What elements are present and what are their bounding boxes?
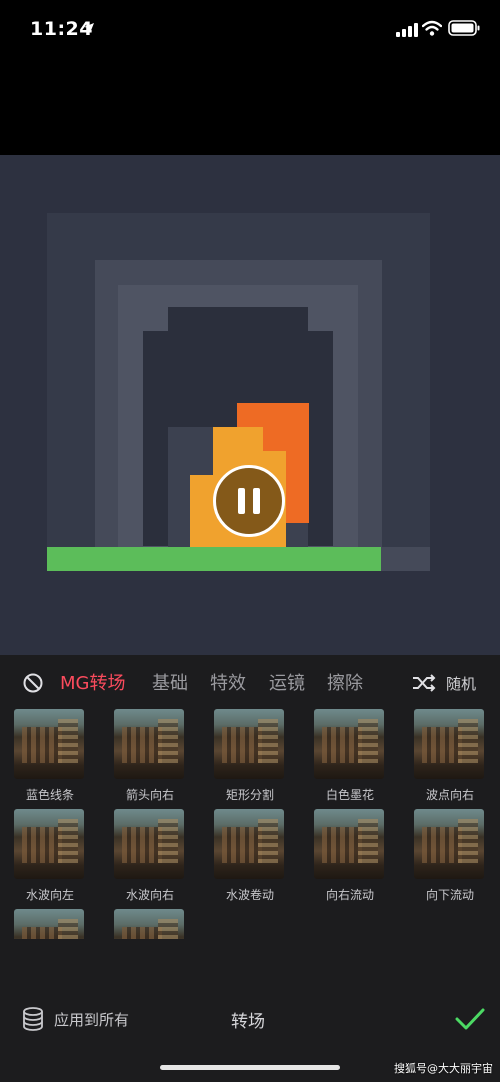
cellular-signal-icon bbox=[396, 23, 418, 37]
hearth-grass bbox=[47, 547, 381, 571]
transition-item[interactable] bbox=[14, 909, 86, 939]
random-button[interactable]: 随机 bbox=[412, 671, 476, 695]
transition-label: 波点向右 bbox=[425, 788, 474, 802]
video-preview[interactable] bbox=[0, 155, 500, 655]
transition-label: 蓝色线条 bbox=[25, 788, 74, 802]
tab-basic[interactable]: 基础 bbox=[152, 669, 188, 695]
transition-thumbnail bbox=[114, 709, 184, 779]
transition-label: 向下流动 bbox=[425, 888, 474, 902]
battery-icon bbox=[448, 20, 480, 36]
transition-tabs: MG转场 基础 特效 运镜 擦除 随机 bbox=[0, 655, 500, 711]
transition-label: 箭头向右 bbox=[125, 788, 174, 802]
transition-item[interactable]: 水波向左 bbox=[14, 809, 86, 903]
no-transition-icon[interactable] bbox=[22, 672, 44, 694]
checkmark-icon[interactable] bbox=[455, 1007, 485, 1031]
transition-label: 水波卷动 bbox=[225, 888, 274, 902]
tab-camera-move[interactable]: 运镜 bbox=[269, 669, 305, 695]
shuffle-icon bbox=[413, 674, 436, 692]
transition-thumbnail bbox=[14, 809, 84, 879]
apply-to-all-button[interactable]: 应用到所有 bbox=[22, 1007, 129, 1031]
tab-wipe[interactable]: 擦除 bbox=[327, 669, 363, 695]
transition-thumbnail bbox=[314, 709, 384, 779]
transition-item[interactable]: 白色墨花 bbox=[314, 709, 386, 803]
transition-thumbnail bbox=[114, 909, 184, 939]
transition-thumbnail bbox=[314, 809, 384, 879]
transition-label: 向右流动 bbox=[325, 888, 374, 902]
apply-to-all-label: 应用到所有 bbox=[54, 1010, 130, 1029]
database-stack-icon bbox=[23, 1007, 43, 1031]
transition-item[interactable]: 箭头向右 bbox=[114, 709, 186, 803]
location-arrow-icon bbox=[84, 23, 94, 33]
transition-label: 白色墨花 bbox=[325, 788, 374, 802]
transition-grid: 蓝色线条 箭头向右 矩形分割 白色墨花 波点向右 水波向左 水波向右 水波卷动 … bbox=[0, 709, 500, 939]
transition-thumbnail bbox=[214, 809, 284, 879]
transition-panel: MG转场 基础 特效 运镜 擦除 随机 蓝色线条 箭头向右 矩形分割 白色墨花 … bbox=[0, 655, 500, 1082]
tab-mg-transition[interactable]: MG转场 bbox=[60, 669, 125, 695]
transition-item[interactable]: 蓝色线条 bbox=[14, 709, 86, 803]
home-indicator bbox=[160, 1065, 340, 1070]
transition-item[interactable]: 向下流动 bbox=[414, 809, 486, 903]
pause-bar-right bbox=[253, 488, 260, 514]
transition-label: 水波向右 bbox=[125, 888, 174, 902]
transition-thumbnail bbox=[114, 809, 184, 879]
panel-title: 转场 bbox=[231, 1012, 265, 1032]
transition-item[interactable]: 向右流动 bbox=[314, 809, 386, 903]
transition-label: 水波向左 bbox=[25, 888, 74, 902]
transition-item[interactable]: 矩形分割 bbox=[214, 709, 286, 803]
transition-thumbnail bbox=[14, 909, 84, 939]
random-label: 随机 bbox=[446, 674, 477, 693]
fireplace-arch bbox=[168, 307, 308, 337]
transition-thumbnail bbox=[14, 709, 84, 779]
transition-thumbnail bbox=[414, 709, 484, 779]
watermark: 搜狐号@大大丽宇宙 bbox=[394, 1062, 493, 1075]
transition-item[interactable] bbox=[114, 909, 186, 939]
transition-item[interactable]: 波点向右 bbox=[414, 709, 486, 803]
transition-label: 矩形分割 bbox=[225, 788, 274, 802]
wifi-icon bbox=[422, 20, 442, 36]
tab-effects[interactable]: 特效 bbox=[210, 669, 246, 695]
pause-bar-left bbox=[238, 488, 245, 514]
status-bar: 11:24 bbox=[0, 0, 500, 60]
hearth-shadow bbox=[380, 547, 430, 571]
transition-thumbnail bbox=[414, 809, 484, 879]
transition-item[interactable]: 水波向右 bbox=[114, 809, 186, 903]
pause-button[interactable] bbox=[213, 465, 285, 537]
transition-item[interactable]: 水波卷动 bbox=[214, 809, 286, 903]
transition-thumbnail bbox=[214, 709, 284, 779]
